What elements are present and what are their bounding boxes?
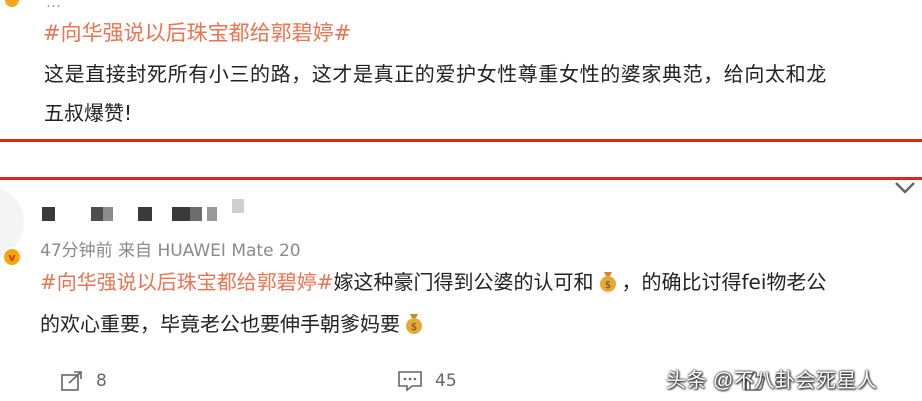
- divider-band: [0, 142, 922, 177]
- comment-hashtag[interactable]: #向华强说以后珠宝都给郭碧婷#: [40, 270, 334, 294]
- comment-text-line-1: #向华强说以后珠宝都给郭碧婷#嫁这种豪门得到公婆的认可和 $ ，的确比讨得fei物老…: [40, 266, 826, 295]
- comment-text-line-2: 的欢心重要，毕竟老公也要伸手朝爹妈要 $: [40, 308, 428, 337]
- comment-meta: 47分钟前 来自 HUAWEI Mate 20: [40, 241, 301, 261]
- comment-text-c: 的欢心重要，毕竟老公也要伸手朝爹妈要: [40, 312, 400, 336]
- watermark-text: 头条 @不八卦会死星人: [666, 370, 878, 392]
- repost-count: 8: [96, 371, 107, 391]
- vip-badge-letter: v: [8, 250, 16, 264]
- comment-button[interactable]: 45: [397, 370, 457, 392]
- redaction-block: [138, 207, 152, 221]
- top-post-text-line-2: 五叔爆赞!: [44, 101, 133, 125]
- comment-count: 45: [435, 371, 457, 391]
- top-post-text-line-1: 这是直接封死所有小三的路，这才是真正的爱护女性尊重女性的婆家典范，给向太和龙: [44, 62, 827, 86]
- redaction-block: [190, 207, 202, 221]
- repost-button[interactable]: 8: [60, 370, 107, 392]
- redaction-block: [42, 207, 55, 221]
- svg-text:$: $: [604, 280, 610, 291]
- chevron-down-icon[interactable]: [893, 180, 917, 196]
- money-bag-emoji-icon: $: [599, 272, 616, 292]
- redaction-block: [91, 207, 103, 221]
- redaction-block: [207, 207, 217, 221]
- top-post-meta: …: [46, 0, 62, 11]
- svg-text:$: $: [411, 322, 417, 333]
- comment-text-a: 嫁这种豪门得到公婆的认可和: [333, 270, 594, 294]
- top-post-hashtag[interactable]: #向华强说以后珠宝都给郭碧婷#: [43, 17, 351, 47]
- money-bag-emoji-icon: $: [406, 314, 422, 334]
- comment-text-b: ，的确比讨得fei物老公: [621, 270, 827, 294]
- vip-badge-icon: v: [2, 247, 22, 267]
- redaction-block: [103, 207, 113, 221]
- redaction-block: [232, 199, 244, 213]
- comment-bubble-icon: [398, 371, 422, 392]
- top-post: … #向华强说以后珠宝都给郭碧婷# 这是直接封死所有小三的路，这才是真正的爱护女…: [0, 0, 922, 138]
- redaction-block: [172, 207, 190, 221]
- vip-badge-icon: [3, 0, 21, 9]
- share-arrow-icon: [61, 371, 82, 391]
- username-redacted[interactable]: [42, 199, 257, 221]
